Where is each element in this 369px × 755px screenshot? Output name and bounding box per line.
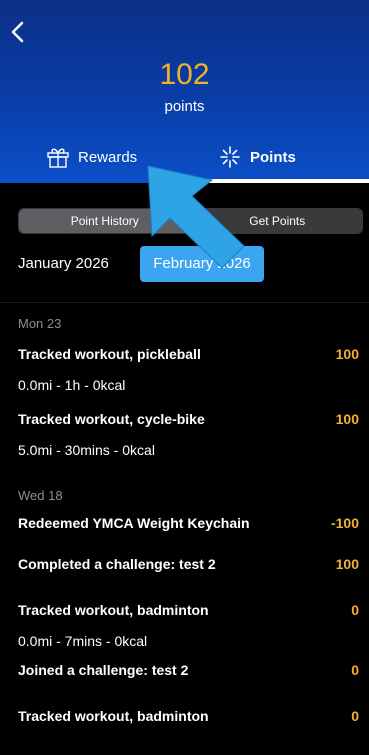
- divider: [0, 302, 369, 303]
- history-item-title: Tracked workout, cycle-bike: [18, 411, 205, 427]
- tab-points[interactable]: Points: [218, 140, 296, 174]
- active-tab-indicator: [184, 179, 369, 183]
- history-item-title: Completed a challenge: test 2: [18, 556, 216, 572]
- history-item-points: -100: [330, 515, 359, 531]
- history-item-points: 100: [335, 411, 359, 427]
- history-item-points: 100: [335, 346, 359, 362]
- history-item-points: 0: [351, 602, 359, 618]
- segment-get-points[interactable]: Get Points: [192, 208, 364, 234]
- history-item-title: Tracked workout, badminton: [18, 708, 209, 724]
- gift-icon: [46, 146, 70, 168]
- month-tab-january[interactable]: January 2026: [18, 246, 130, 282]
- points-label: points: [164, 98, 205, 115]
- month-tab-february[interactable]: February 2026: [140, 246, 264, 282]
- history-segmented-control: Point History Get Points: [18, 208, 363, 234]
- tab-rewards[interactable]: Rewards: [46, 140, 137, 174]
- history-item-points: 100: [335, 556, 359, 572]
- sparkle-icon: [218, 146, 242, 168]
- chevron-left-icon: [11, 21, 24, 43]
- history-item-detail: 0.0mi - 1h - 0kcal: [18, 377, 126, 393]
- history-item-title: Tracked workout, pickleball: [18, 346, 201, 362]
- back-button[interactable]: [10, 20, 34, 50]
- history-item-title: Tracked workout, badminton: [18, 602, 209, 618]
- history-item-title: Joined a challenge: test 2: [18, 662, 189, 678]
- history-item-points: 0: [351, 708, 359, 724]
- tab-points-label: Points: [250, 148, 296, 166]
- segment-point-history[interactable]: Point History: [19, 209, 191, 233]
- day-header: Wed 18: [18, 488, 63, 503]
- points-header: 102 points Rewards Points: [0, 0, 369, 183]
- history-item-detail: 5.0mi - 30mins - 0kcal: [18, 442, 155, 458]
- history-item-detail: 0.0mi - 7mins - 0kcal: [18, 633, 148, 649]
- day-header: Mon 23: [18, 316, 62, 331]
- history-item-points: 0: [351, 662, 359, 678]
- history-item-title: Redeemed YMCA Weight Keychain: [18, 515, 250, 531]
- tab-rewards-label: Rewards: [78, 148, 138, 166]
- points-total: 102: [159, 58, 210, 91]
